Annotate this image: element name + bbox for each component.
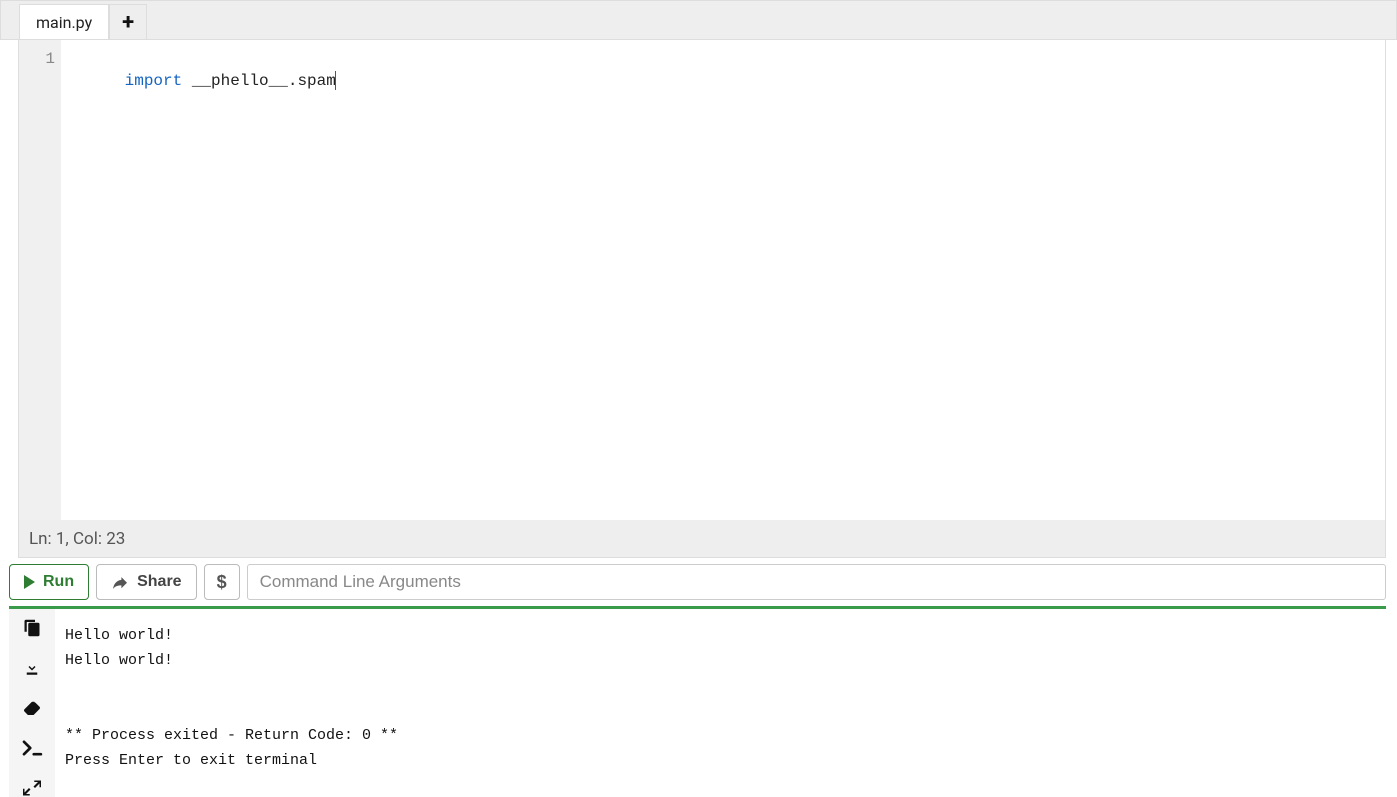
- tab-main-py[interactable]: main.py: [19, 4, 109, 39]
- tab-label: main.py: [36, 13, 92, 32]
- run-button[interactable]: Run: [9, 564, 89, 600]
- console-line: Hello world!: [65, 652, 173, 669]
- tab-bar: main.py +: [0, 0, 1397, 40]
- app-root: main.py + 1 import __phello__.spam Ln: 1…: [0, 0, 1397, 797]
- console-panel: Hello world! Hello world! ** Process exi…: [9, 606, 1386, 797]
- play-icon: [24, 575, 35, 589]
- caret-icon: [335, 71, 336, 90]
- console-line: Press Enter to exit terminal: [65, 752, 317, 769]
- toolbar: Run Share $: [0, 558, 1386, 606]
- share-icon: [111, 575, 129, 589]
- status-bar: Ln: 1, Col: 23: [18, 520, 1386, 558]
- code-keyword: import: [125, 72, 183, 90]
- editor: 1 import __phello__.spam: [18, 40, 1386, 520]
- console-iconbar: [9, 609, 55, 797]
- tab-add-button[interactable]: +: [109, 4, 147, 39]
- editor-gutter: 1: [19, 40, 61, 520]
- dollar-icon: $: [217, 572, 227, 593]
- console-line: ** Process exited - Return Code: 0 **: [65, 727, 398, 744]
- console-line: Hello world!: [65, 627, 173, 644]
- eraser-icon[interactable]: [20, 699, 44, 717]
- download-icon[interactable]: [20, 659, 44, 677]
- line-number: 1: [19, 48, 55, 70]
- console-output[interactable]: Hello world! Hello world! ** Process exi…: [55, 609, 1386, 797]
- share-label: Share: [137, 573, 181, 591]
- code-text: __phello__.spam: [182, 72, 336, 90]
- command-line-args-input[interactable]: [247, 564, 1386, 600]
- code-area[interactable]: import __phello__.spam: [61, 40, 1385, 520]
- copy-icon[interactable]: [20, 619, 44, 637]
- status-text: Ln: 1, Col: 23: [29, 529, 125, 549]
- terminal-icon[interactable]: [20, 739, 44, 757]
- dollar-button[interactable]: $: [204, 564, 240, 600]
- plus-icon: +: [122, 10, 134, 35]
- run-label: Run: [43, 573, 74, 591]
- expand-icon[interactable]: [20, 779, 44, 797]
- share-button[interactable]: Share: [96, 564, 196, 600]
